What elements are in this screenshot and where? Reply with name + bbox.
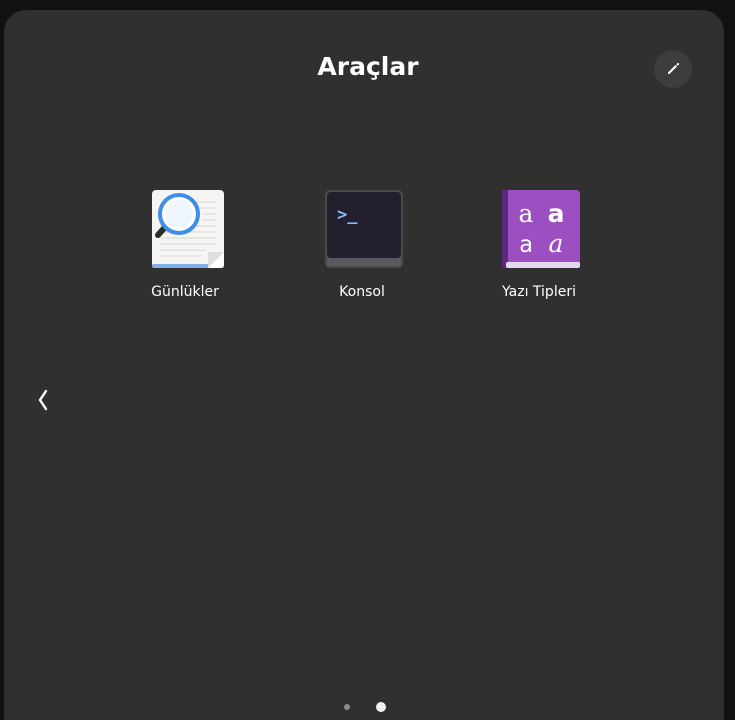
font-glyph-bold: a	[548, 199, 565, 228]
app-label-yazi-tipleri: Yazı Tipleri	[502, 284, 576, 300]
terminal-prompt: >_	[337, 205, 358, 225]
app-folder-panel: Araçlar Günlükler >_ Konsol a a a a Yazı…	[4, 10, 724, 720]
font-glyph-mono: a	[519, 232, 533, 258]
page-indicator-2[interactable]	[376, 702, 386, 712]
app-yazi-tipleri[interactable]: a a a a Yazı Tipleri	[454, 182, 624, 310]
page-indicator-1[interactable]	[344, 704, 350, 710]
terminal-icon: >_	[325, 190, 403, 268]
app-gunlukler[interactable]: Günlükler	[100, 182, 270, 310]
font-glyph-serif: a	[519, 199, 534, 228]
edit-folder-button[interactable]	[654, 50, 692, 88]
app-label-gunlukler: Günlükler	[151, 284, 219, 300]
chevron-left-icon	[38, 389, 48, 411]
fonts-book-icon: a a a a	[502, 190, 580, 268]
app-konsol[interactable]: >_ Konsol	[277, 182, 447, 310]
app-label-konsol: Konsol	[339, 284, 385, 300]
logs-magnifier-icon	[152, 190, 224, 268]
pencil-icon	[668, 62, 680, 74]
font-glyph-italic: a	[549, 229, 564, 258]
previous-page-button[interactable]	[32, 382, 54, 418]
folder-title: Araçlar	[317, 52, 419, 81]
